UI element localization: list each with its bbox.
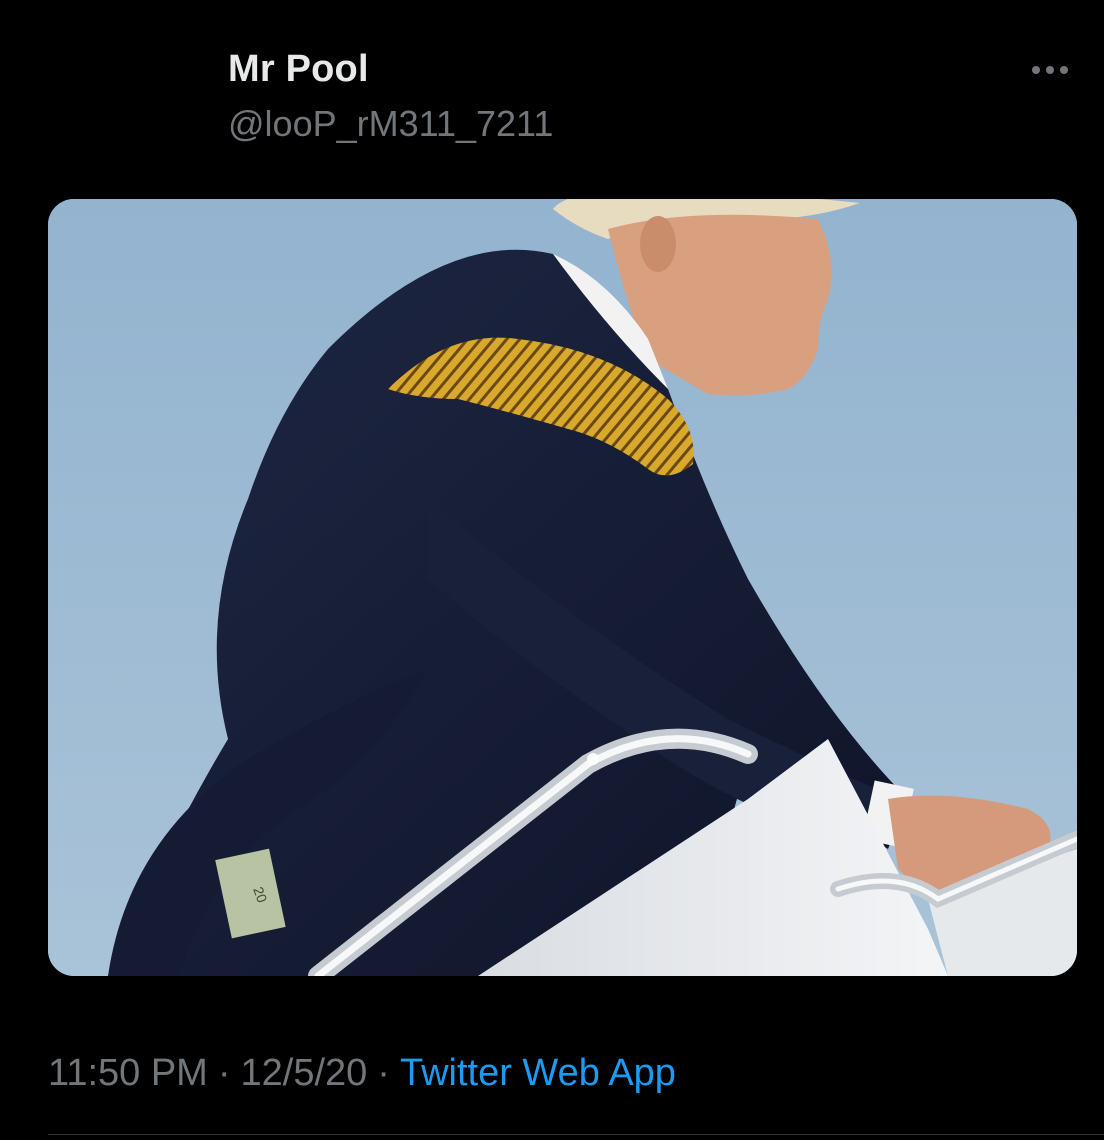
photo-illustration: 20 (48, 199, 1077, 976)
tweet-meta: 11:50 PM · 12/5/20 · Twitter Web App (48, 1052, 676, 1095)
more-dots-icon (1060, 66, 1068, 74)
meta-separator: · (217, 1052, 231, 1094)
tweet-date[interactable]: 12/5/20 (241, 1052, 368, 1094)
tweet-photo[interactable]: 20 (48, 199, 1077, 976)
more-options-button[interactable] (1022, 52, 1078, 88)
tweet-time[interactable]: 11:50 PM (48, 1052, 208, 1094)
divider (48, 1134, 1104, 1135)
more-dots-icon (1032, 66, 1040, 74)
more-dots-icon (1046, 66, 1054, 74)
meta-separator: · (377, 1052, 390, 1094)
author-handle[interactable]: @looP_rM311_7211 (228, 103, 553, 145)
tweet-source-link[interactable]: Twitter Web App (400, 1052, 676, 1094)
tweet: Mr Pool @looP_rM311_7211 20 11:50 PM · 1… (0, 0, 1104, 1140)
author-name[interactable]: Mr Pool (228, 48, 369, 91)
